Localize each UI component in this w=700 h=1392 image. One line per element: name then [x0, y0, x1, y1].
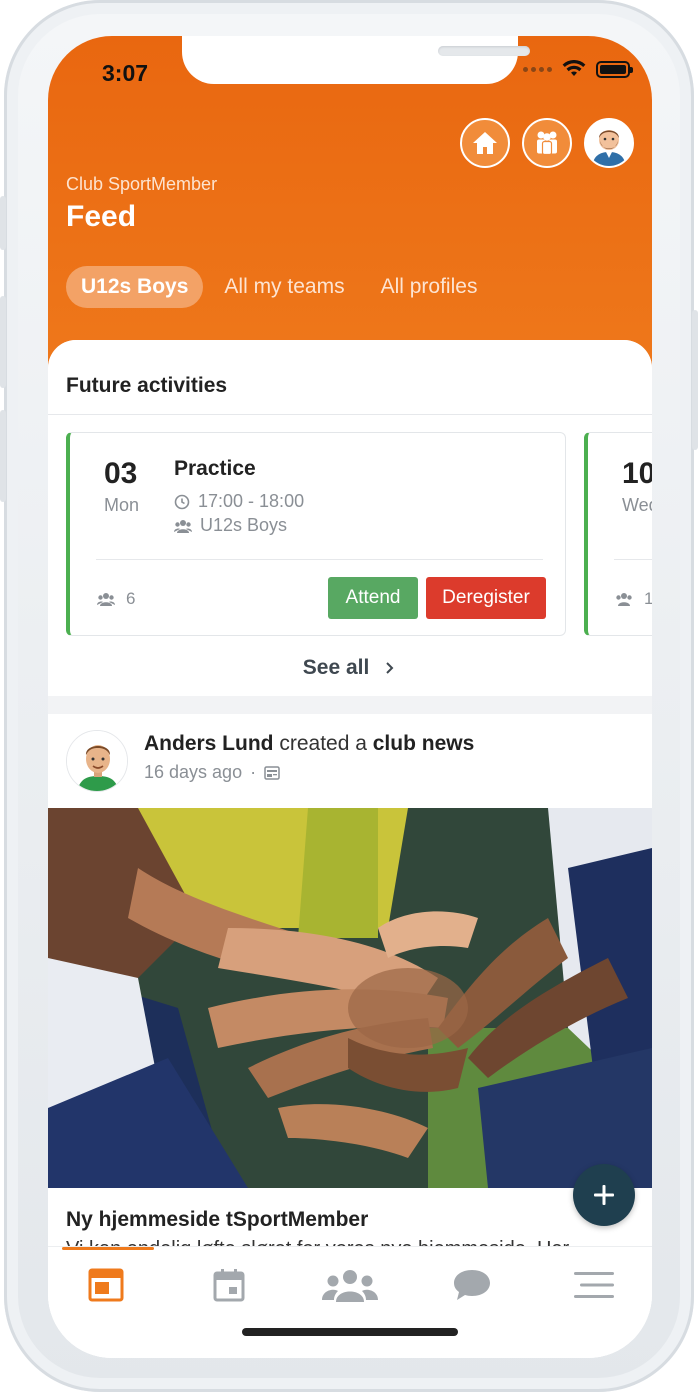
post-action: created a: [279, 732, 367, 755]
activity-day: 03: [104, 457, 138, 490]
activity-weekday: Wed: [622, 495, 652, 515]
nav-calendar[interactable]: [199, 1263, 259, 1307]
screen: 3:07 Club SportMember Feed U12s Boys All…: [48, 36, 652, 1358]
future-activities-card: Future activities 03 Mon Practice 17:00 …: [48, 340, 652, 696]
activity-name: Practice: [174, 457, 256, 480]
team-hands-photo: [48, 808, 652, 1188]
team-button[interactable]: [522, 118, 572, 168]
nav-chat[interactable]: [442, 1263, 502, 1307]
author-avatar[interactable]: [66, 730, 128, 792]
plus-icon: [594, 1185, 614, 1205]
create-post-button[interactable]: [573, 1164, 635, 1226]
participants-number: 6: [126, 589, 136, 608]
clock-icon: [174, 494, 190, 509]
author-name[interactable]: Anders Lund: [144, 732, 274, 755]
user-avatar-icon: [586, 120, 632, 166]
chevron-right-icon: [386, 662, 394, 674]
power-button: [692, 310, 698, 450]
participants-count: 6: [96, 589, 135, 609]
divider: [48, 414, 652, 415]
nav-feed[interactable]: [76, 1263, 136, 1307]
deregister-button[interactable]: Deregister: [426, 577, 546, 619]
feed-icon: [88, 1268, 124, 1302]
volume-up-button: [0, 296, 6, 388]
status-icons: [523, 60, 633, 78]
teams-icon: [322, 1270, 378, 1302]
see-all-label: See all: [302, 656, 370, 679]
speaker: [438, 46, 530, 56]
battery-icon: [596, 60, 633, 78]
news-title: Ny hjemmeside tSportMember: [66, 1208, 369, 1231]
activity-team-row: U12s Boys: [174, 515, 287, 536]
group-icon: [616, 593, 632, 606]
volume-down-button: [0, 410, 6, 502]
group-icon: [174, 519, 192, 533]
bottom-nav: [48, 1246, 652, 1358]
calendar-icon: [213, 1269, 245, 1302]
activity-time-row: 17:00 - 18:00: [174, 491, 304, 512]
activity-team: U12s Boys: [200, 515, 288, 535]
home-icon: [473, 132, 497, 154]
active-tab-indicator: [62, 1247, 154, 1250]
participants-count: 1: [614, 589, 652, 609]
post-headline: Anders Lund created a club news: [144, 732, 474, 756]
page-title: Feed: [66, 200, 137, 233]
post-image[interactable]: [48, 808, 652, 1188]
user-avatar[interactable]: [584, 118, 634, 168]
future-activities-title: Future activities: [66, 374, 228, 397]
activity-card[interactable]: 03 Mon Practice 17:00 - 18:00 U12s Boys: [66, 432, 566, 636]
divider: [614, 559, 652, 560]
home-indicator: [242, 1328, 458, 1336]
team-tabs: U12s Boys All my teams All profiles: [66, 266, 492, 308]
team-icon: [537, 131, 557, 156]
activity-day: 10: [622, 457, 652, 490]
nav-teams[interactable]: [320, 1263, 380, 1307]
post-time: 16 days ago: [144, 762, 243, 782]
feed-content: Future activities 03 Mon Practice 17:00 …: [48, 340, 652, 1358]
mute-switch: [0, 196, 6, 250]
activity-time: 17:00 - 18:00: [198, 491, 305, 511]
divider: [96, 559, 543, 560]
news-icon: [264, 765, 280, 780]
tab-all-profiles[interactable]: All profiles: [366, 266, 493, 308]
tab-u12s-boys[interactable]: U12s Boys: [66, 266, 204, 308]
status-time: 3:07: [102, 60, 149, 86]
see-all-link[interactable]: See all: [48, 656, 652, 680]
activity-card[interactable]: 10 Wed 1: [584, 432, 652, 636]
notch: [182, 36, 530, 84]
wifi-icon: [562, 60, 586, 76]
meta-separator: ·: [250, 762, 257, 782]
menu-icon: [574, 1272, 614, 1298]
author-avatar-icon: [67, 731, 127, 791]
post-object: club news: [372, 732, 475, 755]
signal-icon: [523, 66, 552, 72]
participants-number: 1: [644, 589, 652, 608]
home-button[interactable]: [460, 118, 510, 168]
tab-all-my-teams[interactable]: All my teams: [209, 266, 359, 308]
attend-button[interactable]: Attend: [328, 577, 418, 619]
club-name: Club SportMember: [66, 174, 218, 194]
activity-weekday: Mon: [104, 495, 140, 515]
post-meta: 16 days ago ·: [144, 762, 280, 783]
group-icon: [97, 593, 115, 606]
chat-icon: [454, 1270, 490, 1300]
nav-menu[interactable]: [564, 1263, 624, 1307]
